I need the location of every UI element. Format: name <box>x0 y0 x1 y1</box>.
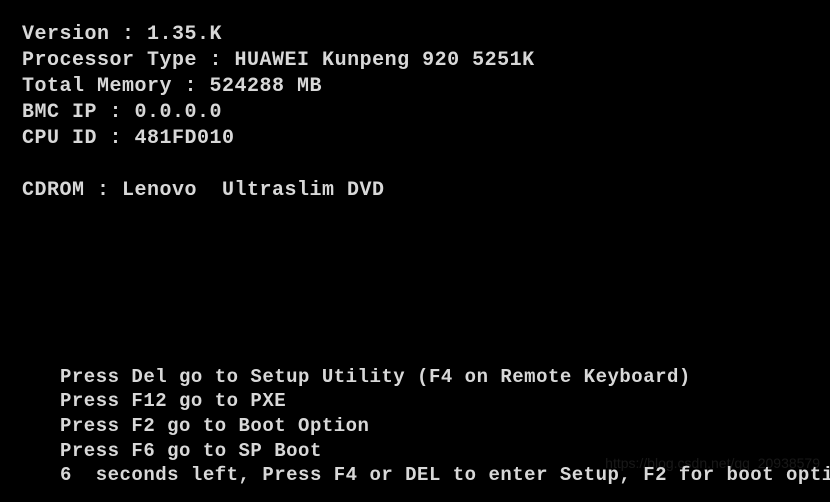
cdrom-value: Lenovo Ultraslim DVD <box>122 179 385 202</box>
memory-line: Total Memory : 524288 MB <box>22 74 810 100</box>
bmc-line: BMC IP : 0.0.0.0 <box>22 100 810 126</box>
cpuid-line: CPU ID : 481FD010 <box>22 126 810 152</box>
version-line: Version : 1.35.K <box>22 22 810 48</box>
system-info-block: Version : 1.35.K Processor Type : HUAWEI… <box>22 22 810 204</box>
cdrom-label: CDROM : <box>22 179 122 202</box>
prompt-pxe: Press F12 go to PXE <box>60 389 810 414</box>
processor-label: Processor Type : <box>22 49 235 72</box>
version-value: 1.35.K <box>147 23 222 46</box>
cpuid-label: CPU ID : <box>22 127 135 150</box>
bmc-label: BMC IP : <box>22 101 135 124</box>
processor-value: HUAWEI Kunpeng 920 5251K <box>235 49 535 72</box>
keyboard-prompts: Press Del go to Setup Utility (F4 on Rem… <box>22 365 810 492</box>
memory-label: Total Memory : <box>22 75 210 98</box>
cdrom-line: CDROM : Lenovo Ultraslim DVD <box>22 178 810 204</box>
cpuid-value: 481FD010 <box>135 127 235 150</box>
bios-post-screen: Version : 1.35.K Processor Type : HUAWEI… <box>0 0 830 502</box>
prompt-boot-option: Press F2 go to Boot Option <box>60 414 810 439</box>
prompt-setup-utility: Press Del go to Setup Utility (F4 on Rem… <box>60 365 810 390</box>
memory-value: 524288 MB <box>210 75 323 98</box>
processor-line: Processor Type : HUAWEI Kunpeng 920 5251… <box>22 48 810 74</box>
watermark-text: https://blog.csdn.net/qq_20938579 <box>605 454 820 472</box>
version-label: Version : <box>22 23 147 46</box>
bmc-value: 0.0.0.0 <box>135 101 223 124</box>
